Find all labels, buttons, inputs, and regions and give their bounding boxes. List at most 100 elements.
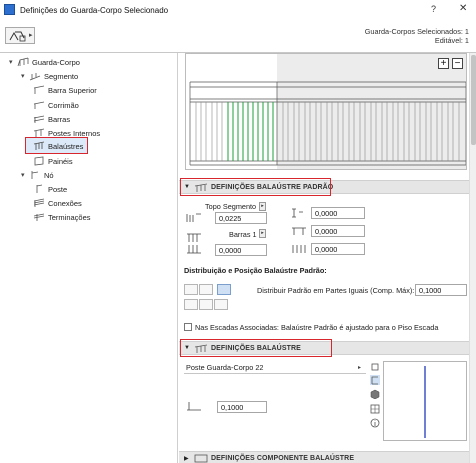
favorites-button[interactable]: ▸ <box>5 27 35 44</box>
chevron-right-icon: ▸ <box>358 365 362 371</box>
bars-menu[interactable]: ▸ <box>259 229 266 238</box>
top-rail-icon <box>33 85 45 94</box>
right-top-field[interactable]: 0,0000 <box>311 207 365 219</box>
spacing-icon <box>292 245 306 253</box>
panels-icon <box>34 156 44 166</box>
endings-icon <box>33 213 45 221</box>
zoom-out-button[interactable]: − <box>452 58 463 69</box>
distribution-type-button-1[interactable] <box>184 284 198 295</box>
tree-item-rails[interactable]: Barras <box>33 113 70 125</box>
editable-count: Editável: 1 <box>434 36 469 45</box>
tree-item-balusters[interactable]: Balaústres <box>33 140 83 152</box>
close-button[interactable]: ✕ <box>459 3 467 14</box>
position-button-1[interactable] <box>184 299 198 310</box>
railing-icon <box>17 57 29 67</box>
stairs-adjust-checkbox[interactable] <box>184 323 192 331</box>
post-icon <box>36 184 43 193</box>
segment-icon <box>29 73 41 81</box>
highlight-box <box>180 178 331 196</box>
balusters-icon <box>33 141 45 150</box>
expand-icon[interactable]: ▾ <box>9 58 17 66</box>
right-mid-field[interactable]: 0,0000 <box>311 225 365 237</box>
tree-item-label: Balaústres <box>48 141 84 151</box>
tree-item-connections[interactable]: Conexões <box>33 197 82 209</box>
tree-item-label: Postes Internos <box>48 128 101 138</box>
tree-item-label: Segmento <box>44 71 79 81</box>
settings-tree <box>0 53 178 463</box>
bars-label: Barras 1 <box>229 230 257 239</box>
expand-icon[interactable]: ▶ <box>184 455 192 462</box>
window-title: Definições do Guarda-Corpo Selecionado <box>20 6 169 15</box>
inner-posts-icon <box>33 128 45 137</box>
preview-settings-icon[interactable] <box>370 362 380 372</box>
offset-top-icon <box>186 213 201 222</box>
zoom-in-button[interactable]: + <box>438 58 449 69</box>
expand-icon[interactable]: ▾ <box>21 171 29 179</box>
chevron-right-icon: ▸ <box>29 32 33 39</box>
highlight-box <box>180 339 332 357</box>
tree-item-label: Guarda-Corpo <box>32 57 80 67</box>
offset-bars-icon <box>187 233 201 242</box>
tree-item-label: Terminações <box>48 212 91 222</box>
tree-item-inner-posts[interactable]: Postes Internos <box>33 127 100 139</box>
tree-item-post[interactable]: Poste <box>33 183 67 195</box>
selection-info: Guarda-Corpos Selecionados: 1 Editável: … <box>365 27 469 45</box>
bottom-offset-field[interactable]: 0,0000 <box>215 244 267 256</box>
tree-item-label: Painéis <box>48 156 73 166</box>
section-component[interactable]: ▶ DEFINIÇÕES COMPONENTE BALAÚSTRE <box>179 451 469 463</box>
selected-count: Guarda-Corpos Selecionados: 1 <box>364 27 469 36</box>
front-view-icon[interactable] <box>370 375 380 385</box>
distribute-max-field[interactable]: 0,1000 <box>415 284 467 296</box>
position-button-2[interactable] <box>199 299 213 310</box>
baluster-preview-line <box>424 366 426 438</box>
node-icon <box>31 171 39 179</box>
rails-icon <box>33 115 45 123</box>
offset-bottom-icon <box>187 245 201 254</box>
title-bar: Definições do Guarda-Corpo Selecionado ?… <box>0 0 476 22</box>
railing-preview[interactable]: + − <box>185 53 467 170</box>
handrail-icon <box>33 101 45 109</box>
tree-item-label: Corrimão <box>48 100 79 110</box>
scrollbar-thumb[interactable] <box>471 55 476 145</box>
tree-item-label: Barra Superior <box>48 85 97 95</box>
component-section-icon <box>194 454 208 462</box>
info-icon[interactable] <box>370 418 380 428</box>
tree-item-label: Poste <box>48 184 68 194</box>
top-segment-menu[interactable]: ▸ <box>259 202 266 211</box>
tree-item-label: Conexões <box>48 198 82 208</box>
tree-item-handrail[interactable]: Corrimão <box>33 99 79 111</box>
top-segment-field[interactable]: 0,0225 <box>215 212 267 224</box>
baluster-width-icon <box>187 402 201 411</box>
help-button[interactable]: ? <box>431 4 436 14</box>
tree-item-railing[interactable]: ▾ Guarda-Corpo <box>9 56 80 68</box>
height-icon <box>292 208 303 218</box>
baluster-preview <box>383 361 467 441</box>
tree-item-label: Nó <box>44 170 54 180</box>
tree-item-node[interactable]: ▾ Nó <box>21 169 54 181</box>
tree-item-top-rail[interactable]: Barra Superior <box>33 84 97 96</box>
3d-view-icon[interactable] <box>370 389 380 399</box>
position-button-3[interactable] <box>214 299 228 310</box>
distribute-label: Distribuir Padrão em Partes Iguais (Comp… <box>257 286 415 295</box>
tree-item-label: Barras <box>48 114 71 124</box>
baluster-width-field[interactable]: 0,1000 <box>217 401 267 413</box>
favorites-icon <box>9 31 26 42</box>
distribution-heading: Distribuição e Posição Balaústre Padrão: <box>184 266 327 275</box>
width-icon <box>292 227 306 235</box>
expand-icon[interactable]: ▾ <box>21 72 29 80</box>
vertical-scrollbar[interactable] <box>469 53 476 463</box>
plan-view-icon[interactable] <box>370 404 380 414</box>
app-icon <box>4 4 15 15</box>
top-segment-label: Topo Segmento <box>205 202 257 211</box>
distribution-type-button-2[interactable] <box>199 284 213 295</box>
tree-item-segment[interactable]: ▾ Segmento <box>21 70 78 82</box>
section-title: DEFINIÇÕES COMPONENTE BALAÚSTRE <box>211 454 355 462</box>
connections-icon <box>33 198 45 207</box>
baluster-type-select[interactable]: Poste Guarda-Corpo 22 <box>184 362 366 374</box>
stairs-adjust-label: Nas Escadas Associadas: Balaústre Padrão… <box>195 323 439 332</box>
distribution-type-button-3[interactable] <box>217 284 231 295</box>
railing-drawing <box>189 81 466 166</box>
tree-item-endings[interactable]: Terminações <box>33 211 91 223</box>
tree-item-panels[interactable]: Painéis <box>33 155 73 167</box>
right-bottom-field[interactable]: 0,0000 <box>311 243 365 255</box>
